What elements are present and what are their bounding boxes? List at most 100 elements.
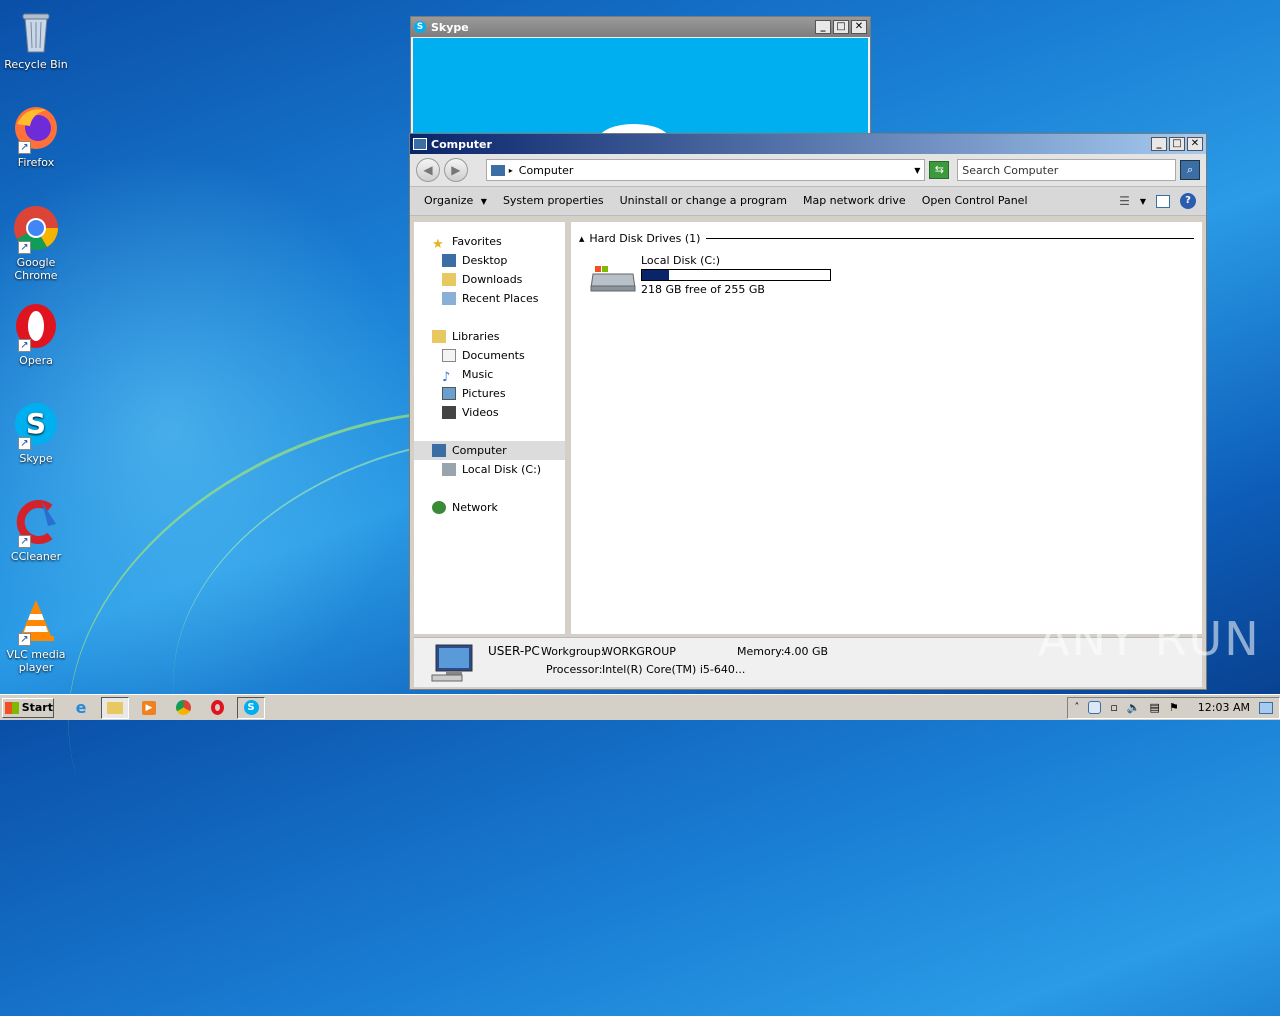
search-input[interactable]: Search Computer — [957, 159, 1177, 181]
skype-icon: S — [243, 700, 259, 715]
system-tray: ˄ ▫ 🔈 ▤ ⚑ 12:03 AM — [1067, 696, 1280, 719]
view-options-icon[interactable]: ☰ — [1119, 194, 1130, 208]
taskbar-explorer[interactable] — [101, 696, 129, 719]
documents-icon — [442, 349, 456, 362]
drive-usage-bar — [641, 269, 831, 281]
map-network-drive-button[interactable]: Map network drive — [795, 187, 914, 215]
nav-network[interactable]: Network — [414, 498, 565, 517]
processor-label: Processor: — [546, 663, 603, 676]
skype-icon: S ↗ — [12, 400, 60, 450]
nav-videos[interactable]: Videos — [414, 403, 565, 422]
close-button[interactable]: ✕ — [1187, 137, 1203, 151]
recycle-bin-icon — [12, 6, 60, 54]
shortcut-arrow-icon: ↗ — [18, 437, 31, 450]
nav-desktop[interactable]: Desktop — [414, 251, 565, 270]
nav-favorites[interactable]: ★ Favorites — [414, 232, 565, 252]
show-desktop-icon[interactable] — [1259, 701, 1273, 714]
explorer-window[interactable]: Computer _ □ ✕ ◀ ▶ ▸ Computer ▼ ⇆ Search… — [409, 133, 1207, 690]
skype-titlebar[interactable]: S Skype _ □ ✕ — [411, 17, 870, 37]
pc-name: USER-PC — [488, 644, 540, 658]
pictures-icon — [442, 387, 456, 400]
folder-icon — [107, 701, 123, 714]
taskbar-opera[interactable] — [203, 697, 231, 719]
volume-icon[interactable]: 🔈 — [1127, 701, 1141, 714]
desktop-icon-recycle-bin[interactable]: Recycle Bin — [4, 6, 68, 71]
desktop-icon-firefox[interactable]: ↗ Firefox — [4, 104, 68, 169]
shortcut-arrow-icon: ↗ — [18, 633, 31, 646]
taskbar-ie[interactable]: e — [67, 697, 95, 719]
maximize-button[interactable]: □ — [1169, 137, 1185, 151]
svg-text:S: S — [26, 407, 46, 440]
nav-music[interactable]: ♪ Music — [414, 365, 565, 385]
media-player-icon: ▶ — [142, 700, 156, 715]
windows-logo-icon — [5, 701, 19, 714]
address-dropdown-icon[interactable]: ▼ — [914, 166, 920, 175]
workgroup-value: WORKGROUP — [602, 645, 676, 658]
flag-icon[interactable]: ⚑ — [1169, 701, 1179, 714]
refresh-button[interactable]: ⇆ — [929, 161, 950, 179]
close-button[interactable]: ✕ — [851, 20, 867, 34]
desktop-icon-ccleaner[interactable]: ↗ CCleaner — [4, 498, 68, 563]
system-properties-button[interactable]: System properties — [495, 187, 612, 215]
minimize-button[interactable]: _ — [815, 20, 831, 34]
nav-documents[interactable]: Documents — [414, 346, 565, 365]
processor-value: Intel(R) Core(TM) i5-640... — [602, 663, 746, 676]
drive-item-local-disk[interactable]: Local Disk (C:) 218 GB free of 255 GB — [589, 254, 839, 298]
opera-icon: ↗ — [12, 302, 60, 352]
forward-button[interactable]: ▶ — [443, 158, 468, 182]
breadcrumb: Computer — [518, 163, 574, 177]
desktop-icon-skype[interactable]: S ↗ Skype — [4, 400, 68, 465]
nav-libraries[interactable]: Libraries — [414, 327, 565, 346]
nav-local-disk[interactable]: Local Disk (C:) — [414, 460, 565, 479]
firefox-icon: ↗ — [12, 104, 60, 154]
network-tray-icon[interactable]: ▫ — [1110, 701, 1117, 714]
skype-content — [413, 38, 868, 135]
breadcrumb-chevron-icon[interactable]: ▸ — [509, 166, 513, 175]
skype-window[interactable]: S Skype _ □ ✕ — [410, 16, 871, 136]
chevron-down-icon: ▼ — [480, 197, 487, 206]
navigation-pane: ★ Favorites Desktop Downloads Recent Plac… — [414, 222, 568, 634]
open-control-panel-button[interactable]: Open Control Panel — [914, 187, 1036, 215]
downloads-folder-icon — [442, 273, 456, 286]
hard-drive-icon — [442, 463, 456, 476]
group-header-hard-disk-drives[interactable]: ▲ Hard Disk Drives (1) — [579, 232, 1194, 245]
action-center-icon[interactable] — [1088, 701, 1102, 714]
explorer-titlebar[interactable]: Computer _ □ ✕ — [410, 134, 1206, 154]
taskbar: Start e ▶ S ˄ ▫ 🔈 ▤ ⚑ 12:03 AM — [0, 694, 1280, 720]
nav-recent-places[interactable]: Recent Places — [414, 289, 565, 308]
star-icon: ★ — [432, 237, 444, 252]
back-button[interactable]: ◀ — [416, 158, 440, 182]
desktop-icon-chrome[interactable]: ↗ Google Chrome — [4, 204, 68, 282]
nav-pictures[interactable]: Pictures — [414, 384, 565, 403]
nav-computer[interactable]: Computer — [414, 441, 565, 460]
taskbar-media-player[interactable]: ▶ — [135, 697, 163, 719]
help-icon[interactable]: ? — [1180, 193, 1196, 209]
taskbar-chrome[interactable] — [169, 697, 197, 719]
power-icon[interactable]: ▤ — [1150, 701, 1160, 714]
memory-label: Memory: — [737, 645, 785, 658]
taskbar-skype[interactable]: S — [237, 696, 265, 719]
show-hidden-icons-chevron-icon[interactable]: ˄ — [1074, 702, 1079, 713]
computer-icon — [432, 444, 446, 457]
nav-downloads[interactable]: Downloads — [414, 270, 565, 289]
opera-icon — [210, 700, 224, 715]
address-bar[interactable]: ▸ Computer ▼ — [485, 159, 926, 181]
drive-name: Local Disk (C:) — [641, 254, 721, 267]
drive-free-space: 218 GB free of 255 GB — [641, 283, 765, 296]
maximize-button[interactable]: □ — [833, 20, 849, 34]
desktop-icon-opera[interactable]: ↗ Opera — [4, 302, 68, 367]
chevron-down-icon[interactable]: ▼ — [1140, 197, 1146, 206]
chrome-icon — [175, 700, 191, 715]
organize-menu[interactable]: Organize ▼ — [416, 187, 495, 215]
uninstall-program-button[interactable]: Uninstall or change a program — [612, 187, 795, 215]
desktop-icon-vlc[interactable]: ↗ VLC media player — [4, 596, 68, 674]
address-row: ◀ ▶ ▸ Computer ▼ ⇆ Search Computer ⌕ — [410, 154, 1206, 186]
hard-drive-icon — [590, 266, 636, 292]
libraries-icon — [432, 330, 446, 343]
start-button[interactable]: Start — [2, 697, 54, 718]
search-icon[interactable]: ⌕ — [1180, 160, 1201, 180]
clock[interactable]: 12:03 AM — [1198, 701, 1250, 714]
minimize-button[interactable]: _ — [1151, 137, 1167, 151]
preview-pane-icon[interactable] — [1156, 194, 1170, 208]
music-icon: ♪ — [442, 370, 451, 385]
